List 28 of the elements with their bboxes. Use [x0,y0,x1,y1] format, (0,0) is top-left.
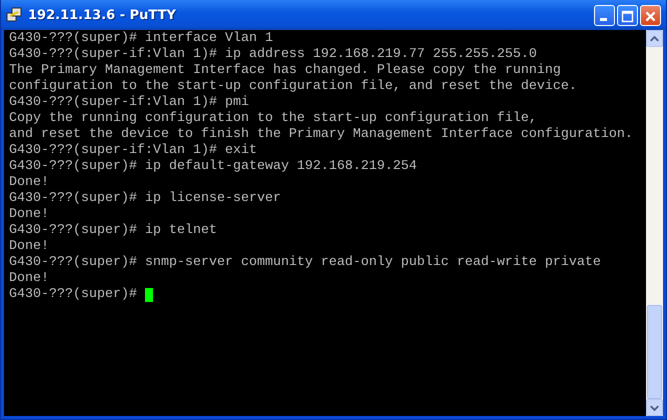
terminal-line: Done! [9,271,50,287]
terminal-line: Done! [9,239,50,255]
terminal-line: G430-???(super-if:Vlan 1)# ip address 192.168.219.77 255.255.255.0 [9,47,538,63]
terminal-line: G430-???(super)# ip license-server [9,191,282,207]
terminal-line: configuration to the start-up configuration file, and reset the device. [9,79,578,95]
terminal-line: Done! [9,175,50,191]
terminal-line: The Primary Management Interface has changed. Please copy the running [9,63,562,79]
terminal-line: and reset the device to finish the Primary Management Interface configuration. [9,127,634,143]
scrollbar-thumb[interactable] [647,305,662,399]
terminal-line: G430-???(super)# snmp-server community read-only public read-write private [9,255,602,271]
terminal-line: Done! [9,207,50,223]
terminal-icon[interactable] [6,7,22,23]
minimize-icon [600,18,607,20]
scroll-up-button[interactable] [646,30,663,47]
vertical-scrollbar[interactable] [646,30,663,416]
scroll-down-button[interactable] [646,399,663,416]
window-title: 192.11.13.6 - PuTTY [28,8,177,22]
minimize-button[interactable] [594,4,615,26]
text-cursor [144,288,153,302]
maximize-button[interactable] [617,4,638,26]
terminal-line: G430-???(super)# ip default-gateway 192.168.219.254 [9,159,418,175]
terminal-line: G430-???(super-if:Vlan 1)# pmi [9,95,250,111]
terminal-line: G430-???(super)# interface Vlan 1 [9,31,274,47]
terminal-line: G430-???(super)# ip telnet [9,223,218,239]
close-button[interactable] [640,4,661,26]
terminal-line: Copy the running configuration to the start-up configuration file, [9,111,538,127]
terminal-prompt: G430-???(super)# [9,287,137,303]
terminal-line: G430-???(super-if:Vlan 1)# exit [9,143,258,159]
